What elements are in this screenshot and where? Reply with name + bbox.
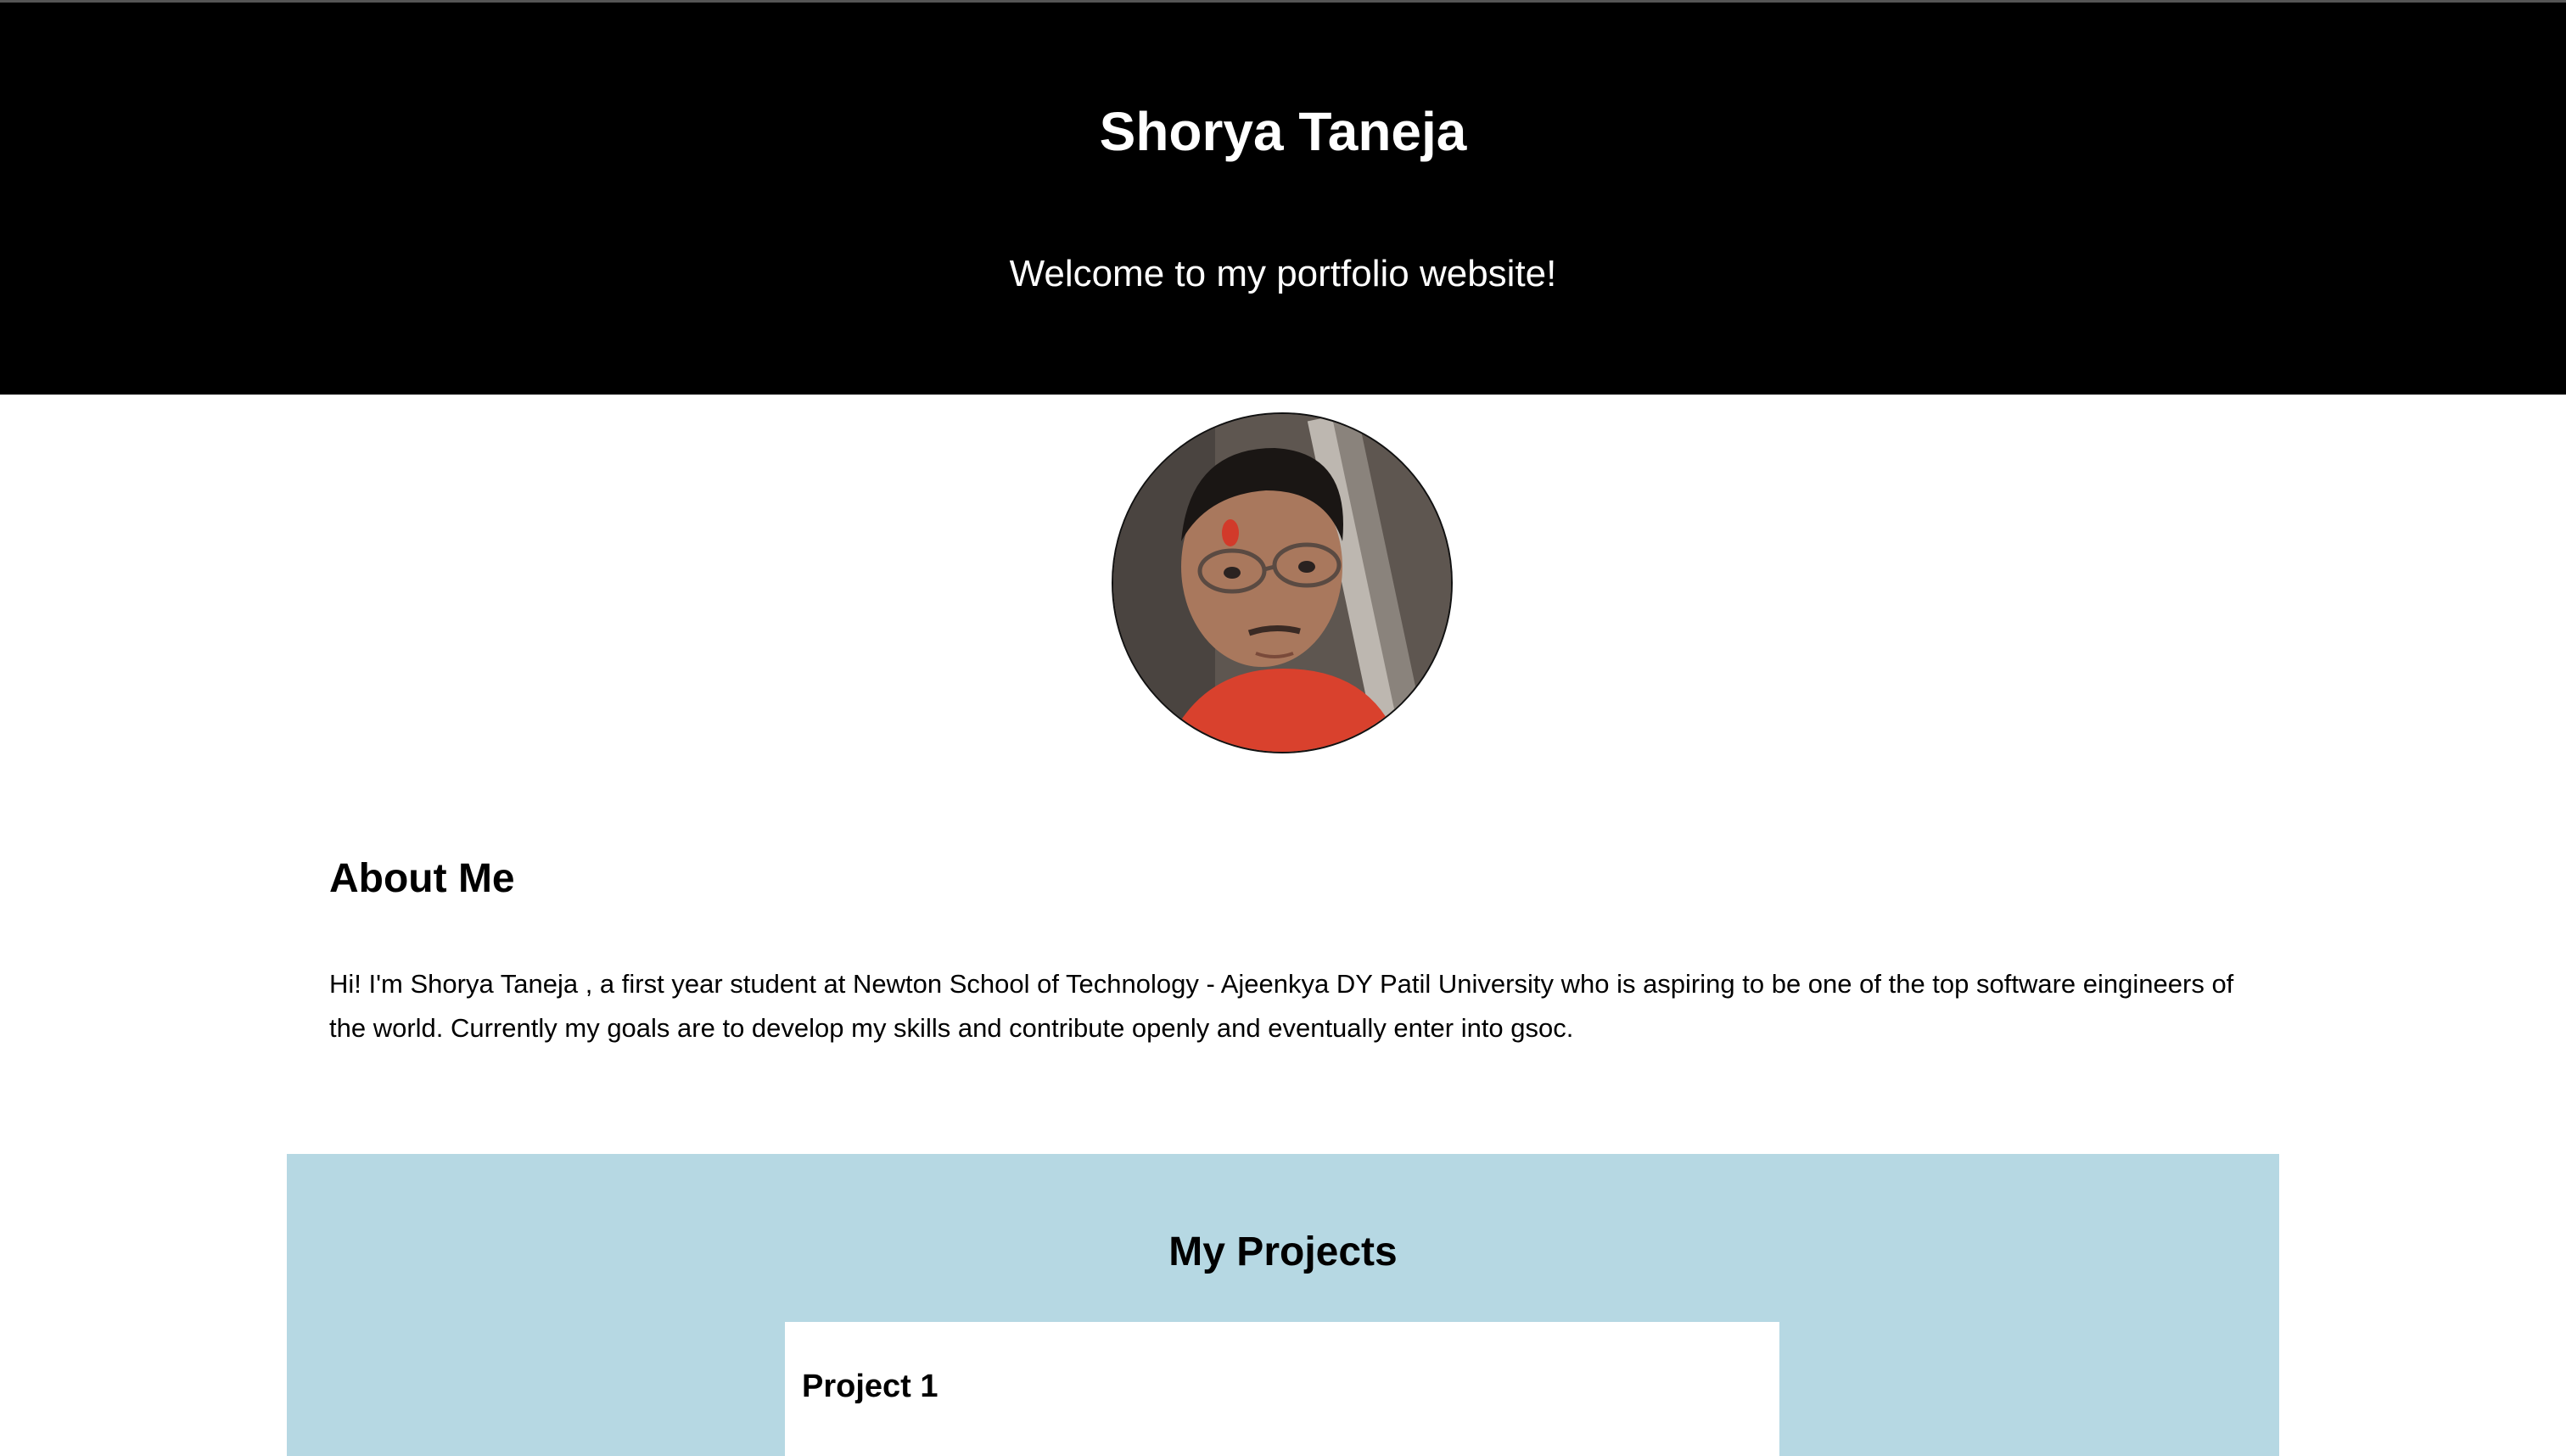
projects-section: My Projects Project 1 (287, 1154, 2279, 1456)
about-heading: About Me (329, 856, 515, 901)
site-header: Shorya Taneja Welcome to my portfolio we… (0, 3, 2566, 395)
profile-photo (1112, 412, 1453, 753)
about-text: Hi! I'm Shorya Taneja , a first year stu… (329, 969, 2234, 1043)
portfolio-page: Shorya Taneja Welcome to my portfolio we… (0, 0, 2566, 1456)
header-title: Shorya Taneja (1099, 101, 1467, 162)
project-title: Project 1 (802, 1369, 938, 1404)
projects-heading: My Projects (1168, 1229, 1398, 1274)
header-subtitle: Welcome to my portfolio website! (1009, 253, 1557, 294)
profile-photo-icon (1113, 414, 1451, 752)
project-card[interactable]: Project 1 (785, 1322, 1779, 1456)
